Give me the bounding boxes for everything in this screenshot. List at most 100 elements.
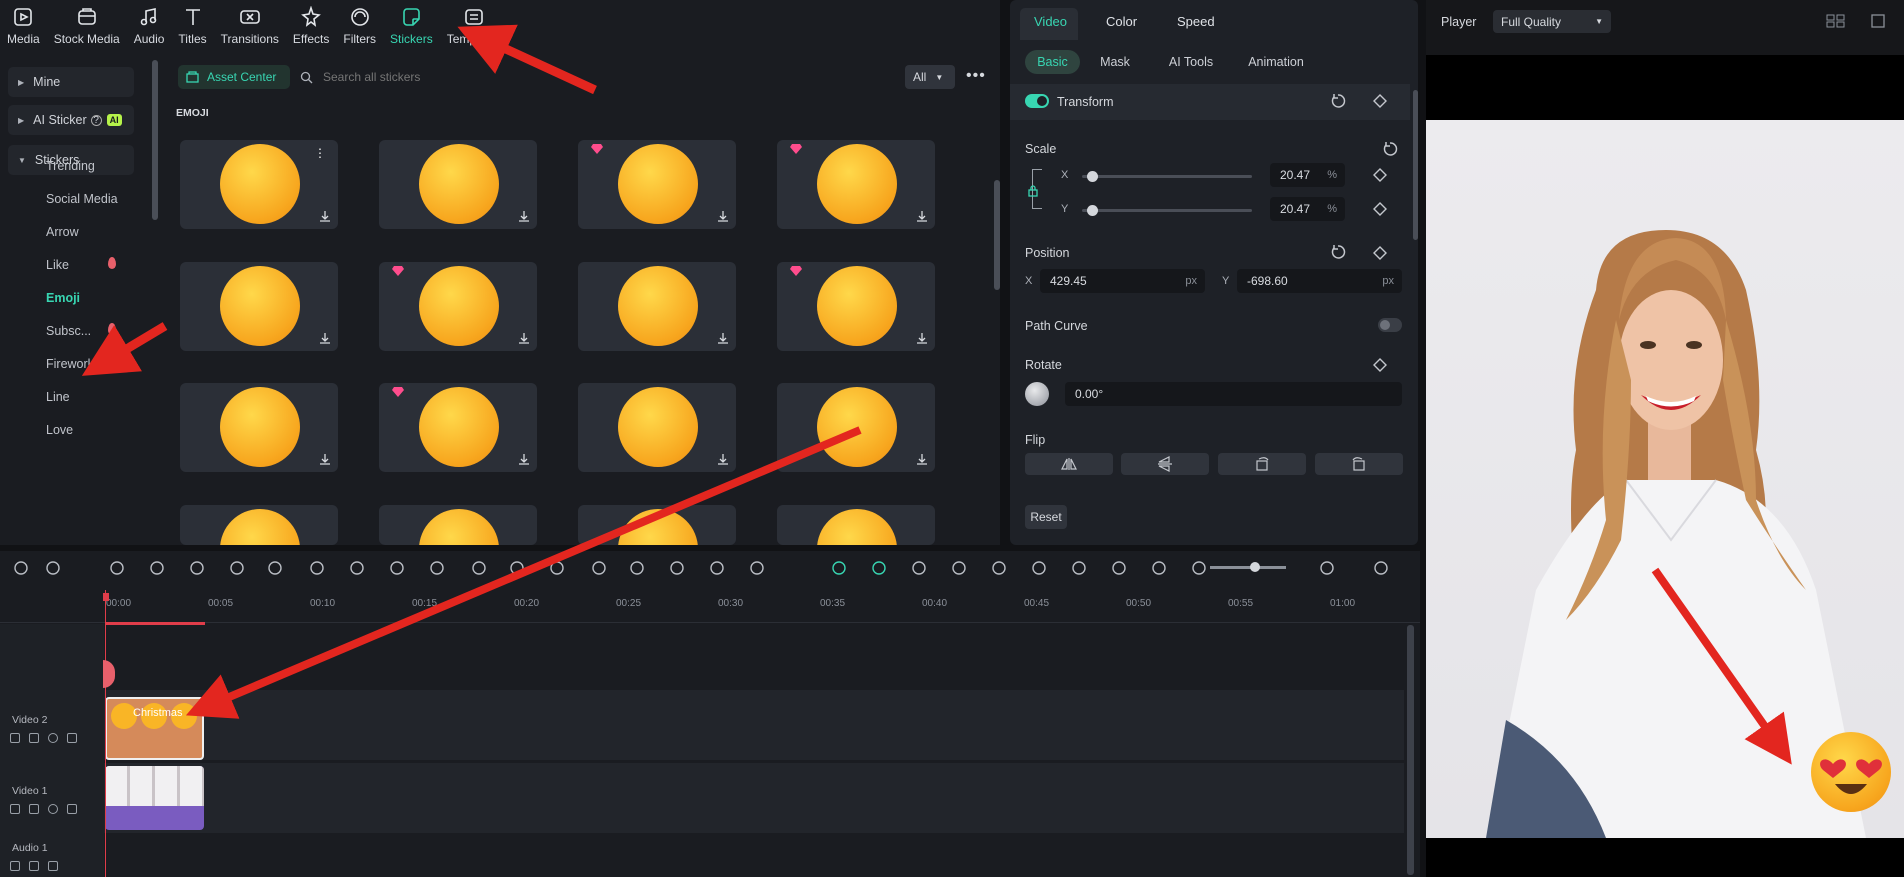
tab-stock-media[interactable]: Stock Media <box>47 0 127 52</box>
zoom-out-icon[interactable] <box>1190 559 1208 577</box>
sticker-clip[interactable]: Christmas <box>105 697 204 760</box>
crop-icon[interactable] <box>348 559 366 577</box>
path-curve-toggle[interactable] <box>1378 318 1402 332</box>
flip-vertical-button[interactable] <box>1121 453 1209 475</box>
quality-select[interactable]: Full Quality ▼ <box>1493 10 1611 33</box>
rotate-field[interactable]: 0.00° <box>1065 382 1402 406</box>
tab-effects[interactable]: Effects <box>286 0 336 52</box>
scale-y-field[interactable]: 20.47% <box>1270 197 1345 221</box>
sidebar-item-firework[interactable]: Firework <box>46 357 94 371</box>
subtab-basic[interactable]: Basic <box>1025 50 1080 74</box>
effects-timeline-icon[interactable] <box>1110 559 1128 577</box>
zoom-slider[interactable] <box>1210 562 1286 572</box>
lock-icon[interactable] <box>1027 185 1039 197</box>
tab-transitions[interactable]: Transitions <box>214 0 286 52</box>
mic-icon[interactable] <box>1030 559 1048 577</box>
tab-audio[interactable]: Audio <box>127 0 172 52</box>
subtab-animation[interactable]: Animation <box>1236 50 1316 74</box>
sticker-search[interactable] <box>300 65 570 89</box>
asset-center-button[interactable]: Asset Center <box>178 65 290 89</box>
sticker-item[interactable] <box>180 262 338 351</box>
sidebar-item-emoji[interactable]: Emoji <box>46 291 80 305</box>
rotate-dial[interactable] <box>1025 382 1049 406</box>
more-options-icon[interactable]: ⋮ <box>314 146 326 160</box>
delete-icon[interactable] <box>228 559 246 577</box>
sticker-item[interactable] <box>180 383 338 472</box>
keyframe-icon[interactable] <box>1373 94 1387 108</box>
zoom-in-icon[interactable] <box>1318 559 1336 577</box>
color-match-icon[interactable] <box>590 559 608 577</box>
sidebar-item-arrow[interactable]: Arrow <box>46 225 79 239</box>
redo-icon[interactable] <box>148 559 166 577</box>
more-tools-icon[interactable] <box>748 559 766 577</box>
text-icon[interactable] <box>470 559 488 577</box>
video2-track-controls[interactable] <box>10 733 77 743</box>
ducking-icon[interactable] <box>950 559 968 577</box>
subtab-ai-tools[interactable]: AI Tools <box>1156 50 1226 74</box>
reset-icon[interactable] <box>1330 93 1346 109</box>
screenshot-icon[interactable] <box>1870 13 1886 29</box>
scale-reset-icon[interactable] <box>1382 141 1398 157</box>
fit-icon[interactable] <box>1150 559 1168 577</box>
transform-toggle[interactable] <box>1025 94 1049 108</box>
grid-view-icon[interactable] <box>1826 14 1846 28</box>
tab-speed[interactable]: Speed <box>1177 14 1215 29</box>
mask-icon[interactable] <box>388 559 406 577</box>
sidebar-item-like[interactable]: Like <box>46 258 69 272</box>
more-icon[interactable]: ••• <box>966 67 986 85</box>
sticker-item[interactable] <box>379 140 537 229</box>
sidebar-item-line[interactable]: Line <box>46 390 70 404</box>
scale-x-field[interactable]: 20.47% <box>1270 163 1345 187</box>
tab-stickers[interactable]: Stickers <box>383 0 440 52</box>
rotate-right-button[interactable] <box>1315 453 1403 475</box>
record-icon[interactable] <box>508 559 526 577</box>
keyframe-icon[interactable] <box>1373 202 1387 216</box>
sticker-item[interactable] <box>578 140 736 229</box>
sticker-item[interactable] <box>578 505 736 545</box>
properties-scrollbar[interactable] <box>1413 90 1418 240</box>
timeline-scrollbar[interactable] <box>1407 625 1414 875</box>
position-y-field[interactable]: -698.60 px <box>1237 269 1402 293</box>
auto-crop-icon[interactable] <box>708 559 726 577</box>
tab-media[interactable]: Media <box>0 0 47 52</box>
scale-y-slider[interactable] <box>1082 205 1252 216</box>
playhead-handle[interactable] <box>103 593 109 601</box>
sticker-item[interactable]: ⋮ <box>180 140 338 229</box>
voiceover-icon[interactable] <box>1070 559 1088 577</box>
scale-x-slider[interactable] <box>1082 171 1252 182</box>
sidebar-head-mine[interactable]: ▶ Mine <box>8 67 134 97</box>
scene-detect-icon[interactable] <box>12 559 30 577</box>
sidebar-scrollbar[interactable] <box>152 60 158 220</box>
ai-tools-icon[interactable] <box>628 559 646 577</box>
flip-horizontal-button[interactable] <box>1025 453 1113 475</box>
sticker-item[interactable] <box>379 383 537 472</box>
speed-icon[interactable] <box>428 559 446 577</box>
sticker-item[interactable] <box>777 383 935 472</box>
reset-button[interactable]: Reset <box>1025 505 1067 529</box>
search-input[interactable] <box>323 70 543 84</box>
clock-icon[interactable] <box>668 559 686 577</box>
snap-icon[interactable] <box>870 559 888 577</box>
video-preview[interactable] <box>1426 120 1904 838</box>
audio1-track-controls[interactable] <box>10 861 58 871</box>
layout-icon[interactable] <box>1372 559 1390 577</box>
select-tool-icon[interactable] <box>44 559 62 577</box>
content-scrollbar[interactable] <box>994 180 1000 290</box>
playhead[interactable] <box>105 590 106 877</box>
tab-video[interactable]: Video <box>1034 14 1067 29</box>
heart-eyes-sticker-overlay[interactable] <box>1811 732 1891 812</box>
undo-icon[interactable] <box>108 559 126 577</box>
ai-copilot-icon[interactable] <box>188 559 206 577</box>
sticker-item[interactable] <box>578 262 736 351</box>
tab-titles[interactable]: Titles <box>171 0 213 52</box>
video1-track-controls[interactable] <box>10 804 77 814</box>
position-reset-icon[interactable] <box>1330 244 1346 260</box>
cut-icon[interactable] <box>308 559 326 577</box>
sticker-item[interactable] <box>777 140 935 229</box>
tab-filters[interactable]: Filters <box>336 0 383 52</box>
rotate-left-button[interactable] <box>1218 453 1306 475</box>
tab-templates[interactable]: Templates <box>440 0 509 52</box>
sticker-item[interactable] <box>379 262 537 351</box>
sidebar-item-social-media[interactable]: Social Media <box>46 192 118 206</box>
sticker-item[interactable] <box>777 262 935 351</box>
